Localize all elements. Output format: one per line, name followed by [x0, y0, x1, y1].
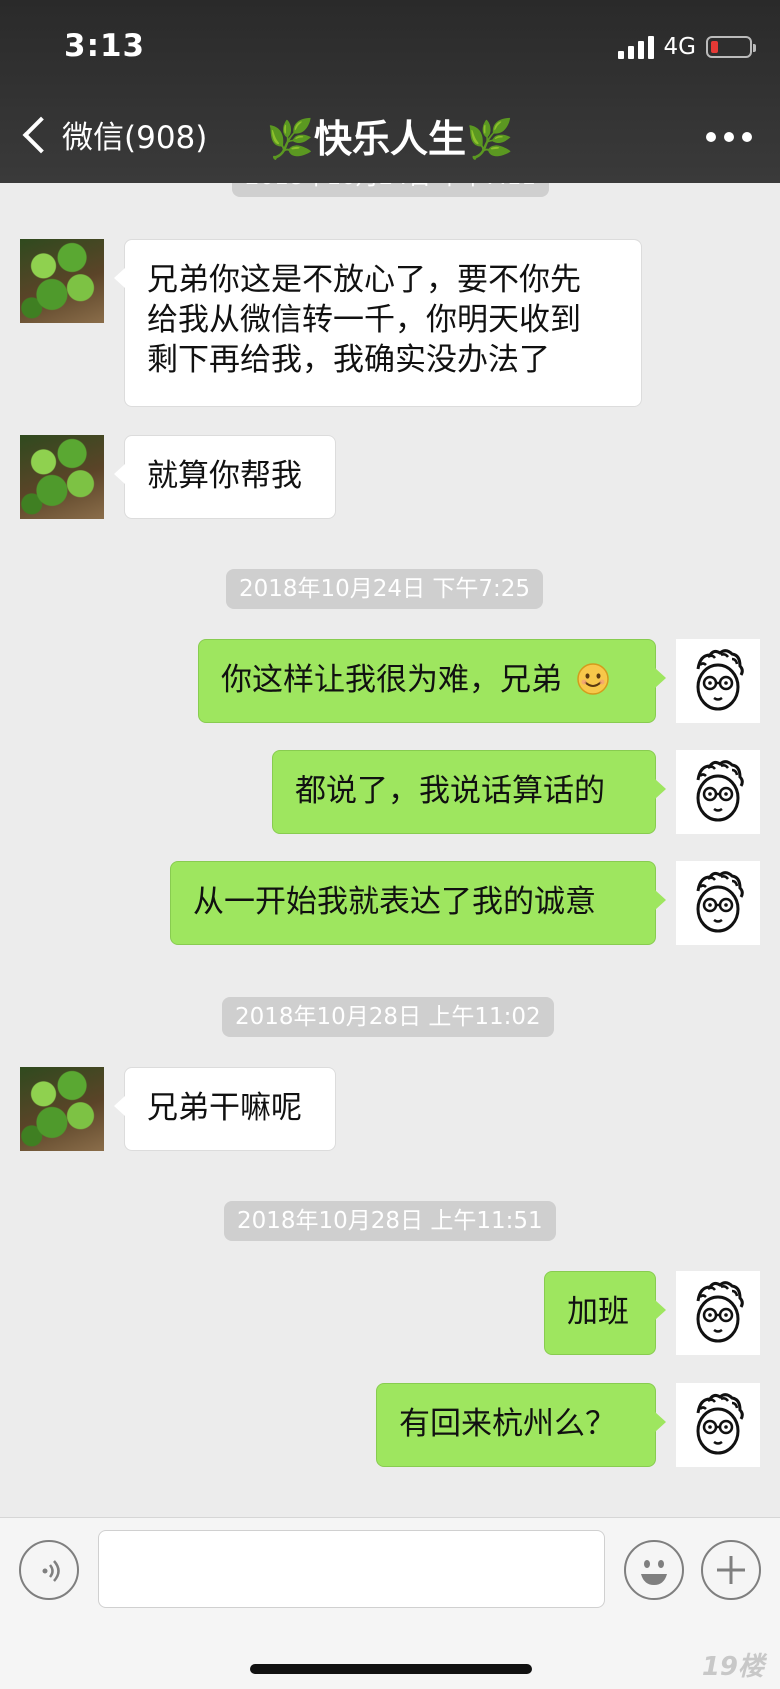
battery-level: [711, 41, 718, 53]
avatar[interactable]: [676, 639, 760, 723]
avatar[interactable]: [676, 861, 760, 945]
top-bar: 3:13 4G 微信(908) 🌿快乐人生🌿: [0, 0, 780, 183]
message-line: 兄弟你这是不放心了，要不你先: [147, 262, 581, 298]
message-bubble-received[interactable]: 兄弟你这是不放心了，要不你先 给我从微信转一千，你明天收到 剩下再给我，我确实没…: [114, 239, 642, 407]
avatar[interactable]: [676, 1383, 760, 1467]
leaf-icon: 🌿: [266, 117, 314, 161]
avatar[interactable]: [676, 1271, 760, 1355]
watermark-logo: 19楼: [701, 1652, 764, 1682]
message-bubble-sent[interactable]: 都说了，我说话算话的: [272, 750, 666, 834]
timestamp: 2018年10月24日 下午7:11: [232, 183, 550, 197]
cartoon-face-icon: [696, 1281, 744, 1343]
avatar[interactable]: [20, 435, 104, 519]
home-indicator[interactable]: [250, 1664, 532, 1674]
leaf-icon: 🌿: [466, 117, 514, 161]
message-line: 剩下再给我，我确实没办法了: [147, 342, 550, 378]
more-dots-icon[interactable]: [706, 132, 752, 142]
network-label: 4G: [663, 34, 696, 60]
message-line: 有回来杭州么？: [399, 1406, 616, 1442]
message-line: 兄弟干嘛呢: [147, 1090, 302, 1126]
add-button[interactable]: [701, 1540, 761, 1600]
battery-icon: [706, 36, 756, 58]
message-line: 给我从微信转一千，你明天收到: [147, 302, 581, 338]
avatar[interactable]: [20, 1067, 104, 1151]
status-indicators: 4G: [617, 34, 756, 60]
status-time: 3:13: [64, 28, 146, 64]
message-line: 你这样让我很为难，兄弟: [221, 662, 562, 698]
message-line: 加班: [567, 1294, 629, 1330]
chat-area[interactable]: 2018年10月24日 下午7:11 兄弟你这是不放心了，要不你先 给我从微信转…: [0, 183, 780, 1517]
avatar[interactable]: [676, 750, 760, 834]
message-bubble-received[interactable]: 就算你帮我: [114, 435, 336, 519]
message-input[interactable]: [98, 1530, 605, 1608]
input-bar: 19楼: [0, 1517, 780, 1689]
message-bubble-received[interactable]: 兄弟干嘛呢: [114, 1067, 336, 1151]
smile-emoji-icon: [577, 663, 609, 695]
timestamp: 2018年10月28日 上午11:51: [224, 1201, 556, 1241]
emoji-icon: [641, 1560, 667, 1585]
avatar[interactable]: [20, 239, 104, 323]
cartoon-face-icon: [696, 649, 744, 711]
message-bubble-sent[interactable]: 加班: [544, 1271, 666, 1355]
timestamp: 2018年10月24日 下午7:25: [226, 569, 544, 609]
message-line: 就算你帮我: [147, 458, 302, 494]
cartoon-face-icon: [696, 1393, 744, 1455]
message-bubble-sent[interactable]: 你这样让我很为难，兄弟: [198, 639, 666, 723]
voice-button[interactable]: [19, 1540, 79, 1600]
cartoon-face-icon: [696, 871, 744, 933]
signal-icon: [617, 35, 654, 59]
chat-title-text: 快乐人生: [313, 117, 466, 161]
message-line: 从一开始我就表达了我的诚意: [193, 884, 596, 920]
cartoon-face-icon: [696, 760, 744, 822]
emoji-button[interactable]: [624, 1540, 684, 1600]
voice-icon: [42, 1560, 60, 1582]
timestamp: 2018年10月28日 上午11:02: [222, 997, 554, 1037]
message-bubble-sent[interactable]: 有回来杭州么？: [376, 1383, 666, 1467]
message-line: 都说了，我说话算话的: [295, 773, 605, 809]
message-bubble-sent[interactable]: 从一开始我就表达了我的诚意: [170, 861, 666, 945]
chat-title: 🌿快乐人生🌿: [0, 108, 780, 163]
plus-icon: [717, 1556, 745, 1584]
